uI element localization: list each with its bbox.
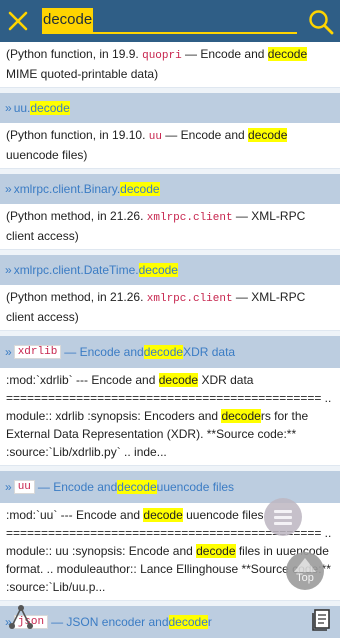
scroll-top-button[interactable]: Top — [286, 552, 324, 590]
result-text: uuencode files) — [6, 148, 88, 162]
code-text: uu — [148, 131, 162, 143]
result-text: MIME quoted-printable data) — [6, 67, 159, 81]
match-highlight: decode — [221, 409, 261, 423]
match-highlight: decode — [196, 544, 236, 558]
search-toolbar: decode — [0, 0, 340, 42]
result-text: — Encode and — [161, 128, 249, 142]
result-text: (Python function, in 19.10. — [6, 128, 149, 142]
match-highlight: decode — [267, 47, 308, 61]
code-text: xmlrpc.client — [146, 293, 233, 305]
match-highlight: decode — [117, 480, 157, 494]
match-highlight: decode — [30, 101, 70, 115]
search-query-text: decode — [42, 8, 94, 32]
result-text: XDR data — [183, 345, 236, 359]
result-text: — JSON encoder and — [51, 615, 169, 629]
search-input[interactable]: decode — [42, 8, 297, 34]
result-text: r — [207, 615, 212, 629]
share-icon[interactable] — [8, 604, 34, 632]
module-code-label: uu — [13, 480, 35, 494]
result-snippet: (Python method, in 21.26. xmlrpc.client … — [0, 204, 340, 249]
result-text: xmlrpc.client.DateTime. — [13, 263, 139, 277]
module-code-label: xdrlib — [13, 345, 62, 359]
match-highlight: decode — [143, 508, 183, 522]
result-link[interactable]: » xdrlib — Encode and decode XDR data — [0, 336, 340, 368]
match-highlight: decode — [158, 373, 199, 387]
link-arrow-icon: » — [5, 182, 12, 196]
close-icon[interactable] — [6, 9, 30, 33]
search-icon[interactable] — [308, 9, 334, 35]
result-snippet: :mod:`xdrlib` --- Encode and decode XDR … — [0, 368, 340, 465]
result-text: (Python method, in 21.26. — [6, 290, 147, 304]
match-highlight: decode — [138, 263, 178, 277]
search-results-list: (Python function, in 19.9. quopri — Enco… — [0, 42, 340, 638]
code-text: quopri — [142, 50, 182, 62]
link-arrow-icon: » — [5, 101, 12, 115]
match-highlight: decode — [143, 345, 184, 359]
menu-fab-button[interactable] — [264, 498, 302, 536]
book-icon[interactable] — [312, 608, 332, 632]
result-text: uu. — [13, 101, 31, 115]
link-arrow-icon: » — [5, 345, 12, 359]
link-arrow-icon: » — [5, 480, 12, 494]
match-highlight: decode — [168, 615, 208, 629]
arrow-up-icon — [294, 558, 316, 572]
result-link[interactable]: » uu. decode — [0, 93, 340, 123]
result-text: xmlrpc.client.Binary. — [13, 182, 121, 196]
result-text: (Python method, in 21.26. — [6, 209, 147, 223]
result-text: (Python function, in 19.9. — [6, 47, 143, 61]
result-text: — Encode and — [64, 345, 144, 359]
result-text: :mod:`xdrlib` --- Encode and — [6, 373, 159, 387]
result-text: :mod:`uu` --- Encode and — [6, 508, 144, 522]
result-link[interactable]: » xmlrpc.client.Binary. decode — [0, 174, 340, 204]
result-text: — Encode and — [181, 47, 268, 61]
result-snippet: (Python method, in 21.26. xmlrpc.client … — [0, 285, 340, 330]
result-snippet: (Python function, in 19.10. uu — Encode … — [0, 123, 340, 168]
code-text: xmlrpc.client — [146, 212, 233, 224]
result-text: uuencode files — [156, 480, 235, 494]
link-arrow-icon: » — [5, 263, 12, 277]
match-highlight: decode — [248, 128, 288, 142]
match-highlight: decode — [120, 182, 160, 196]
result-link[interactable]: » json — JSON encoder and decode r — [0, 606, 340, 638]
result-link[interactable]: » xmlrpc.client.DateTime. decode — [0, 255, 340, 285]
result-text: — Encode and — [37, 480, 118, 494]
scroll-top-label: Top — [296, 572, 314, 584]
result-snippet: (Python function, in 19.9. quopri — Enco… — [0, 42, 340, 87]
